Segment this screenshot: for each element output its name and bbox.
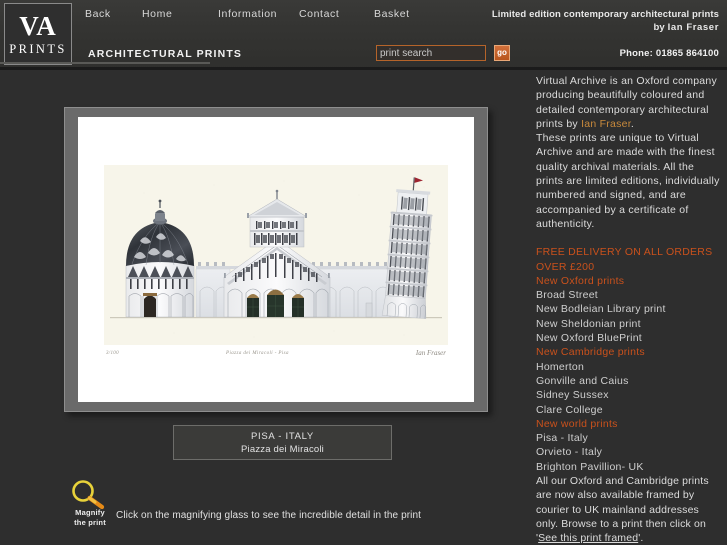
sidebar-link-new-sheldonian[interactable]: New Sheldonian print	[536, 317, 722, 331]
logo-text-va: VA	[19, 10, 57, 41]
delivery-note-text-2: '.	[638, 532, 644, 545]
magnify-print-button[interactable]: Magnify the print	[60, 480, 120, 528]
header-divider	[0, 67, 727, 70]
sidebar-link-pisa-italy[interactable]: Pisa - Italy	[536, 431, 722, 445]
magnify-label-line1: Magnify	[75, 508, 105, 517]
inscription-title: Piazza dei Miracoli - Pisa	[226, 351, 289, 356]
print-artwork[interactable]	[104, 165, 448, 345]
magnifying-glass-icon[interactable]	[68, 480, 114, 510]
inscription-edition-number: 3/100	[106, 351, 119, 356]
caption-title: PISA - ITALY	[251, 431, 314, 442]
nav-item-back[interactable]: Back	[85, 8, 142, 26]
sidebar-link-oxford-blueprint[interactable]: New Oxford BluePrint	[536, 331, 722, 345]
nav-item-home[interactable]: Home	[142, 8, 218, 26]
intro-artist-name: Ian Fraser	[581, 117, 631, 130]
tagline-artist-name: Ian Fraser	[667, 22, 719, 33]
sidebar-link-new-oxford-prints[interactable]: New Oxford prints	[536, 274, 722, 288]
nav-item-contact[interactable]: Contact	[299, 8, 374, 26]
sidebar-link-new-cambridge-prints[interactable]: New Cambridge prints	[536, 345, 722, 359]
sidebar-link-clare-college[interactable]: Clare College	[536, 403, 722, 417]
inscription-signature: Ian Fraser	[415, 349, 446, 357]
page-root: VA PRINTS Back Home Information Contact …	[0, 0, 727, 545]
magnify-label-line2: the print	[74, 517, 106, 527]
logo-text-prints: PRINTS	[9, 41, 67, 56]
sidebar-link-sidney-sussex[interactable]: Sidney Sussex	[536, 388, 722, 402]
intro-paragraph-1: Virtual Archive is an Oxford company pro…	[536, 74, 722, 131]
sidebar-link-list: FREE DELIVERY ON ALL ORDERS OVER £200 Ne…	[536, 245, 722, 474]
intro-p1-after: .	[630, 117, 635, 130]
sidebar-intro: Virtual Archive is an Oxford company pro…	[536, 74, 722, 231]
sidebar-delivery-note: All our Oxford and Cambridge prints are …	[536, 474, 722, 545]
search-go-button[interactable]: go	[494, 45, 510, 61]
header-phone: Phone: 01865 864100	[619, 48, 719, 59]
search-input[interactable]	[376, 45, 486, 61]
print-frame: 3/100 Piazza dei Miracoli - Pisa Ian Fra…	[64, 107, 488, 412]
sidebar-link-free-delivery-line1: FREE DELIVERY ON ALL ORDERS	[536, 246, 713, 259]
site-logo[interactable]: VA PRINTS	[4, 3, 72, 65]
caption-subtitle: Piazza dei Miracoli	[241, 444, 324, 455]
nav-item-information[interactable]: Information	[218, 8, 299, 26]
sidebar-link-new-bodleian[interactable]: New Bodleian Library print	[536, 302, 722, 316]
sidebar-link-new-world-prints[interactable]: New world prints	[536, 417, 722, 431]
sidebar: Virtual Archive is an Oxford company pro…	[536, 74, 722, 545]
header-highlight-bar	[0, 62, 210, 64]
sidebar-link-free-delivery-line2: OVER £200	[536, 260, 595, 273]
tagline-by: by	[653, 22, 665, 33]
header-tagline: Limited edition contemporary architectur…	[419, 8, 719, 34]
intro-paragraph-2: These prints are unique to Virtual Archi…	[536, 132, 720, 230]
sidebar-link-broad-street[interactable]: Broad Street	[536, 288, 722, 302]
search-bar: go	[376, 45, 510, 61]
sidebar-link-gonville-and-caius[interactable]: Gonville and Caius	[536, 374, 722, 388]
print-inscriptions: 3/100 Piazza dei Miracoli - Pisa Ian Fra…	[104, 349, 448, 363]
see-this-print-framed-link[interactable]: See this print framed	[538, 532, 638, 544]
print-mount: 3/100 Piazza dei Miracoli - Pisa Ian Fra…	[78, 117, 474, 402]
sidebar-link-homerton[interactable]: Homerton	[536, 360, 722, 374]
sidebar-link-brighton-pavillion[interactable]: Brighton Pavillion- UK	[536, 460, 722, 474]
main-navigation: Back Home Information Contact Basket	[85, 8, 434, 26]
print-caption: PISA - ITALY Piazza dei Miracoli	[173, 425, 392, 460]
sidebar-link-orvieto-italy[interactable]: Orvieto - Italy	[536, 445, 722, 459]
magnify-label: Magnify the print	[60, 508, 120, 527]
piazza-dei-miracoli-illustration	[104, 165, 448, 345]
page-title: ARCHITECTURAL PRINTS	[88, 48, 243, 60]
site-header: VA PRINTS Back Home Information Contact …	[0, 0, 727, 70]
magnify-hint-text: Click on the magnifying glass to see the…	[116, 510, 422, 521]
tagline-line1: Limited edition contemporary architectur…	[491, 9, 719, 20]
